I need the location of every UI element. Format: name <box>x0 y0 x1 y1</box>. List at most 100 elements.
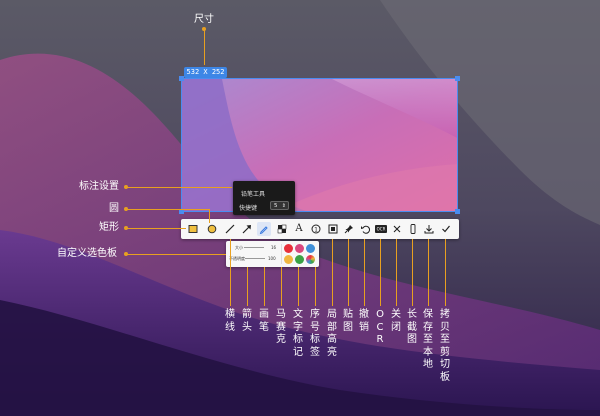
svg-text:OCR: OCR <box>377 227 386 232</box>
rectangle-tool-button[interactable] <box>186 222 200 236</box>
popup-title: 铅笔工具 <box>241 191 266 198</box>
close-button[interactable] <box>390 222 404 236</box>
line-icon <box>225 224 235 234</box>
leader-circle-v <box>209 209 210 223</box>
label-undo: 撤销 <box>359 309 369 333</box>
pen-tool-popup: 铅笔工具 快捷键 5 ⇕ <box>233 181 295 215</box>
label-copy: 拷贝至剪切板 <box>440 309 450 383</box>
shortcut-value: 5 <box>274 203 278 209</box>
pen-tool-button[interactable] <box>257 222 271 236</box>
leader-highlight <box>332 239 333 306</box>
arrow-tool-button[interactable] <box>240 222 254 236</box>
ocr-icon: OCR <box>375 225 387 233</box>
mosaic-icon <box>277 224 287 234</box>
palette-divider <box>281 244 282 264</box>
leader-rectangle <box>126 228 186 229</box>
color-swatch-blue[interactable] <box>306 244 315 253</box>
selection-preview <box>182 79 457 211</box>
label-text: 文字标记 <box>293 309 303 358</box>
dimension-label: 532 X 252 <box>184 67 227 78</box>
undo-button[interactable] <box>358 222 372 236</box>
chevron-updown-icon: ⇕ <box>281 203 286 209</box>
color-swatch-pink[interactable] <box>295 244 304 253</box>
annotation-settings: 标注设置 <box>79 181 119 192</box>
svg-text:1: 1 <box>314 227 318 234</box>
leader-line <box>230 239 231 306</box>
color-swatch-red[interactable] <box>284 244 293 253</box>
download-icon <box>424 225 434 234</box>
leader-mosaic <box>281 267 282 306</box>
label-highlight: 局部高亮 <box>327 309 337 358</box>
leader-pin <box>348 239 349 306</box>
number-icon: 1 <box>311 224 321 234</box>
rectangle-icon <box>188 225 198 233</box>
label-line: 横线 <box>225 309 235 333</box>
leader-ocr <box>380 239 381 306</box>
leader-circle <box>126 209 210 210</box>
annotation-circle: 圆 <box>109 203 119 214</box>
line-tool-button[interactable] <box>223 222 237 236</box>
annotation-toolbar: A 1 OCR <box>181 219 459 239</box>
resize-handle-top-right[interactable] <box>455 76 460 81</box>
opacity-value: 100 <box>268 256 276 261</box>
label-arrow: 箭头 <box>242 309 252 333</box>
label-number: 序号标签 <box>310 309 320 358</box>
label-ocr: OCR <box>376 309 384 345</box>
size-value: 16 <box>271 245 277 250</box>
text-tool-button[interactable]: A <box>292 222 306 236</box>
leader-dot <box>124 226 128 230</box>
opacity-label: 不透明度 <box>229 256 245 261</box>
number-tool-button[interactable]: 1 <box>309 222 323 236</box>
highlight-tool-button[interactable] <box>326 222 340 236</box>
annotation-size: 尺寸 <box>194 14 214 25</box>
color-swatch-yellow[interactable] <box>284 255 293 264</box>
ocr-button[interactable]: OCR <box>374 222 388 236</box>
circle-icon <box>207 224 217 234</box>
leader-dot <box>202 27 206 31</box>
color-palette: 大小 16 不透明度 100 <box>226 241 319 267</box>
leader-annotation-settings <box>126 187 232 188</box>
text-icon: A <box>295 223 303 234</box>
leader-save <box>428 239 429 306</box>
resize-handle-bottom-right[interactable] <box>455 209 460 214</box>
leader-palette <box>126 254 226 255</box>
shortcut-select[interactable]: 5 ⇕ <box>270 201 289 210</box>
annotation-rectangle: 矩形 <box>99 222 119 233</box>
mosaic-tool-button[interactable] <box>275 222 289 236</box>
label-save: 保存至本地 <box>423 309 433 370</box>
leader-text <box>298 267 299 306</box>
save-button[interactable] <box>422 222 436 236</box>
leader-long <box>412 239 413 306</box>
arrow-icon <box>242 225 251 234</box>
check-icon <box>442 225 450 233</box>
copy-button[interactable] <box>439 222 453 236</box>
circle-tool-button[interactable] <box>205 222 219 236</box>
leader-pen <box>264 267 265 306</box>
highlight-icon <box>328 224 338 234</box>
shortcut-label: 快捷键 <box>239 205 258 212</box>
pin-tool-button[interactable] <box>342 222 356 236</box>
opacity-slider[interactable] <box>245 258 265 259</box>
color-swatch-green[interactable] <box>295 255 304 264</box>
label-pin: 贴图 <box>343 309 353 333</box>
long-screenshot-icon <box>410 224 416 234</box>
leader-size <box>204 28 205 65</box>
label-pen: 画笔 <box>259 309 269 333</box>
long-screenshot-button[interactable] <box>406 222 420 236</box>
label-close: 关闭 <box>391 309 401 333</box>
leader-undo <box>364 239 365 306</box>
pin-icon <box>344 225 353 234</box>
leader-arrow <box>247 267 248 306</box>
size-label: 大小 <box>235 245 243 250</box>
color-picker-button[interactable] <box>306 255 315 264</box>
leader-dot <box>124 185 128 189</box>
undo-icon <box>361 225 370 234</box>
resize-handle-top-left[interactable] <box>179 76 184 81</box>
leader-copy <box>445 239 446 306</box>
close-icon <box>393 225 401 233</box>
leader-dot <box>124 207 128 211</box>
size-slider[interactable] <box>244 247 264 248</box>
leader-number <box>315 267 316 306</box>
selection-area[interactable] <box>181 78 458 212</box>
pen-icon <box>259 226 268 234</box>
